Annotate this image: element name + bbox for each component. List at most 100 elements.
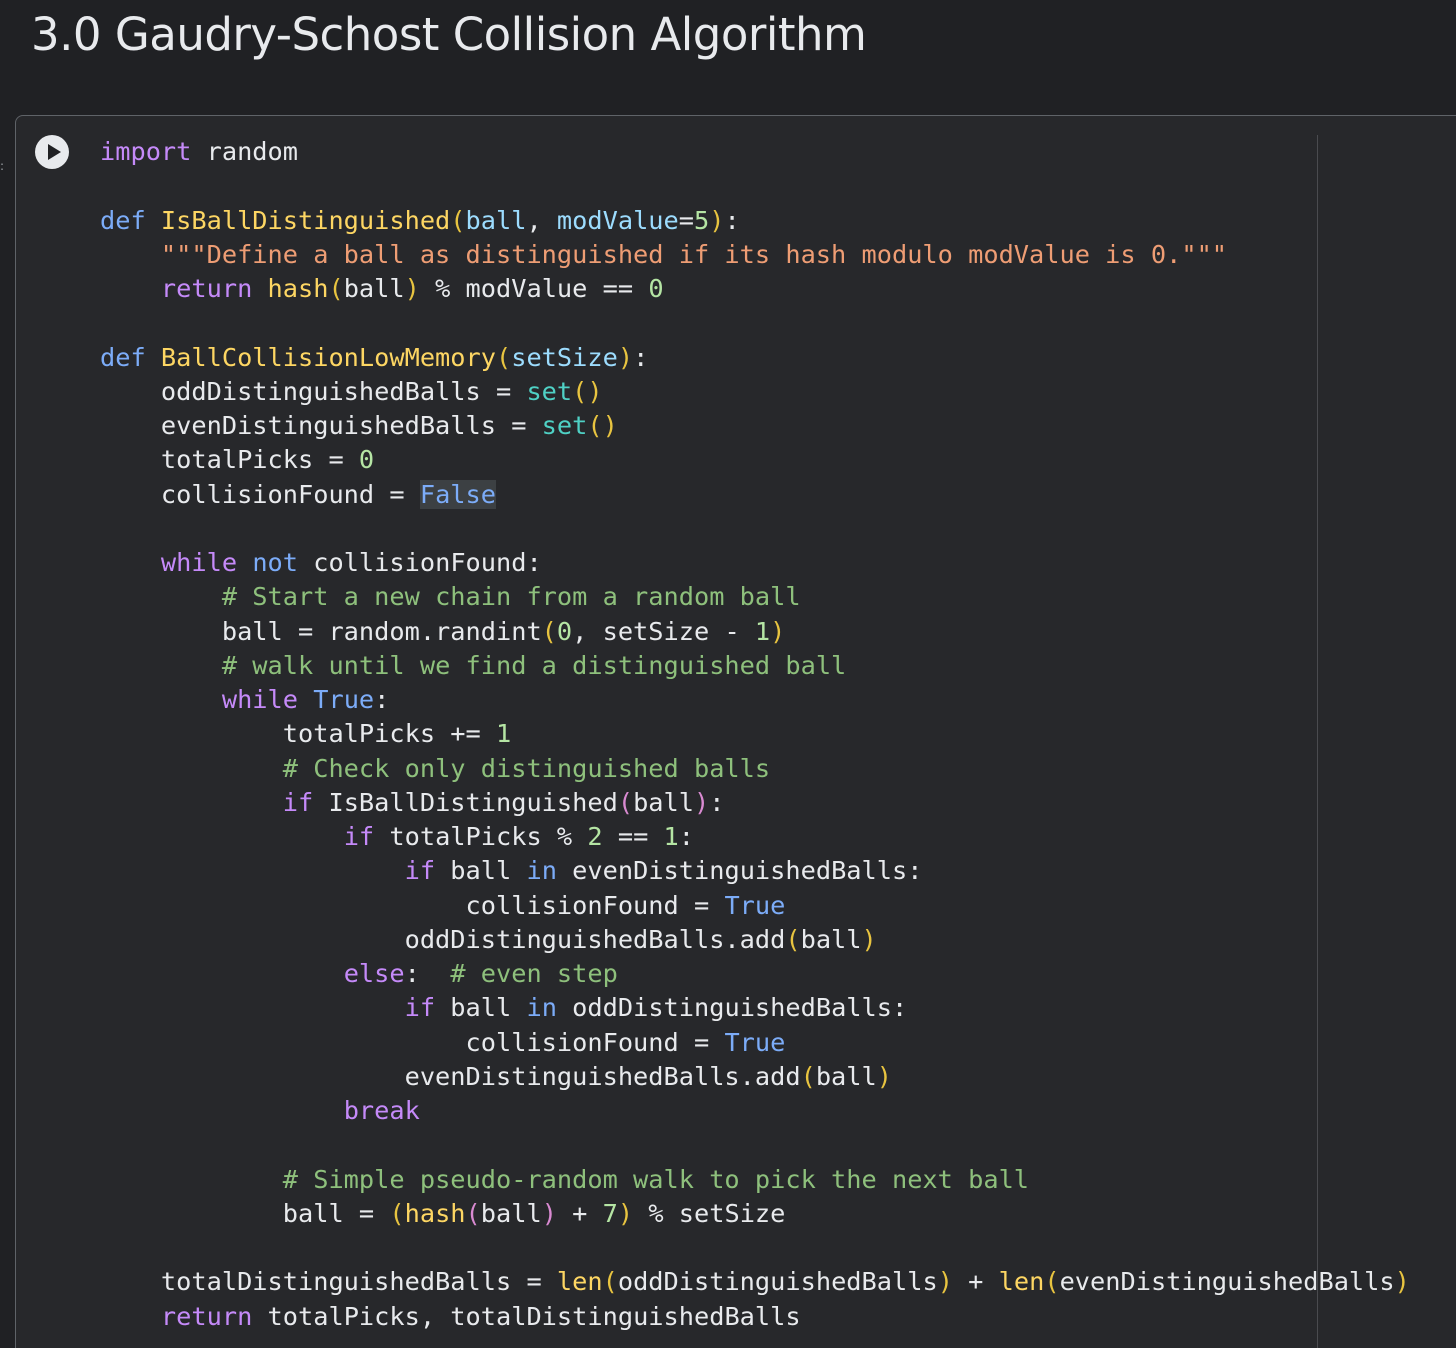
code-token: import <box>100 137 192 166</box>
code-token: def <box>100 342 161 372</box>
code-token: oddDistinguishedBalls = <box>100 376 527 406</box>
code-token: () <box>572 376 603 406</box>
code-token: not <box>252 548 299 577</box>
code-line: break <box>100 1094 1410 1128</box>
code-token: else <box>343 959 405 988</box>
code-token: ( <box>800 1061 816 1091</box>
code-line: oddDistinguishedBalls.add(ball) <box>100 923 1410 957</box>
code-token: # even step <box>450 959 618 988</box>
code-token: 0 <box>648 274 664 303</box>
code-token: ) <box>770 616 786 646</box>
code-line: collisionFound = True <box>100 1026 1410 1060</box>
code-token: hash <box>404 1198 466 1228</box>
code-line: """Define a ball as distinguished if its… <box>100 238 1410 272</box>
code-token: # walk until we find a distinguished bal… <box>221 650 847 680</box>
code-token: evenDistinguishedBalls: <box>556 856 923 886</box>
code-token: ( <box>465 1198 481 1228</box>
code-token: collisionFound = <box>100 479 420 509</box>
code-line: # Start a new chain from a random ball <box>100 580 1410 614</box>
code-line: collisionFound = True <box>100 889 1410 923</box>
code-token: setSize <box>511 342 618 372</box>
code-token: while <box>221 685 298 714</box>
code-token: 1 <box>663 822 679 851</box>
code-token: () <box>587 411 618 440</box>
code-token: True <box>313 685 375 714</box>
code-line: ​ <box>100 1128 1410 1162</box>
code-token: totalDistinguishedBalls = <box>100 1267 557 1297</box>
code-token: ) <box>694 787 710 817</box>
code-token: 0 <box>358 445 375 475</box>
code-token: ball = <box>100 1198 390 1228</box>
code-token: ( <box>541 616 557 646</box>
code-token: evenDistinguishedBalls.add <box>100 1061 801 1091</box>
code-token: collisionFound: <box>298 548 542 577</box>
code-token: = <box>678 205 694 235</box>
code-token: collisionFound = <box>100 890 725 920</box>
code-line: collisionFound = False <box>100 478 1410 512</box>
code-token: totalPicks = <box>100 445 359 475</box>
code-token: ) <box>709 205 725 235</box>
code-line: evenDistinguishedBalls.add(ball) <box>100 1060 1410 1094</box>
code-line: if ball in evenDistinguishedBalls: <box>100 854 1410 888</box>
code-line: ball = (hash(ball) + 7) % setSize <box>100 1197 1410 1231</box>
code-token: IsBallDistinguished <box>160 205 451 235</box>
code-token: 1 <box>754 616 771 646</box>
code-token: if <box>404 993 436 1023</box>
code-token: ) <box>541 1198 557 1228</box>
code-token: len <box>998 1267 1045 1297</box>
code-token: random <box>191 137 299 166</box>
code-line: while not collisionFound: <box>100 546 1410 580</box>
code-token: evenDistinguishedBalls = <box>100 411 542 440</box>
code-token: + <box>952 1267 999 1297</box>
code-token: in <box>526 856 557 886</box>
code-line: evenDistinguishedBalls = set() <box>100 409 1410 443</box>
code-token: ball <box>343 274 405 303</box>
code-token: ball <box>435 993 527 1023</box>
run-cell-button[interactable] <box>35 135 69 169</box>
code-token: ball = random.randint <box>100 616 542 646</box>
code-token: ( <box>602 1267 618 1297</box>
code-line: def BallCollisionLowMemory(setSize): <box>100 341 1410 375</box>
code-token: totalPicks % <box>374 822 588 851</box>
code-token: ) <box>876 1061 892 1091</box>
code-token: : <box>374 685 390 714</box>
code-token: ( <box>389 1198 405 1228</box>
code-line: ​ <box>100 169 1410 203</box>
code-token: """Define a ball as distinguished if its… <box>160 239 1228 269</box>
code-line: ​ <box>100 1231 1410 1265</box>
code-token: : <box>633 342 649 372</box>
code-token: ) <box>1394 1267 1410 1297</box>
code-token: : <box>709 787 725 817</box>
code-token: def <box>100 205 161 235</box>
code-token: ball <box>800 924 862 954</box>
code-token: if <box>343 822 375 851</box>
code-token: BallCollisionLowMemory <box>160 342 496 372</box>
code-token: , setSize - <box>572 616 755 646</box>
code-line: ​ <box>100 512 1410 546</box>
cell-edge-marker: : <box>0 159 5 173</box>
code-editor[interactable]: import random​def IsBallDistinguished(ba… <box>100 135 1410 1334</box>
code-token: return <box>160 274 253 303</box>
code-line: ball = random.randint(0, setSize - 1) <box>100 615 1410 649</box>
play-icon <box>48 144 61 160</box>
code-token: False <box>419 479 496 509</box>
code-line: def IsBallDistinguished(ball, modValue=5… <box>100 204 1410 238</box>
code-token: ( <box>328 274 344 303</box>
code-token: == <box>602 822 664 851</box>
code-line: ​ <box>100 306 1410 340</box>
code-token: ( <box>450 205 466 235</box>
code-token: # Simple pseudo-random walk to pick the … <box>282 1164 1030 1194</box>
code-token: True <box>724 1027 786 1057</box>
code-line: while True: <box>100 683 1410 717</box>
code-token: ) <box>861 924 877 954</box>
code-line: if totalPicks % 2 == 1: <box>100 820 1410 854</box>
code-token: : <box>678 822 695 851</box>
